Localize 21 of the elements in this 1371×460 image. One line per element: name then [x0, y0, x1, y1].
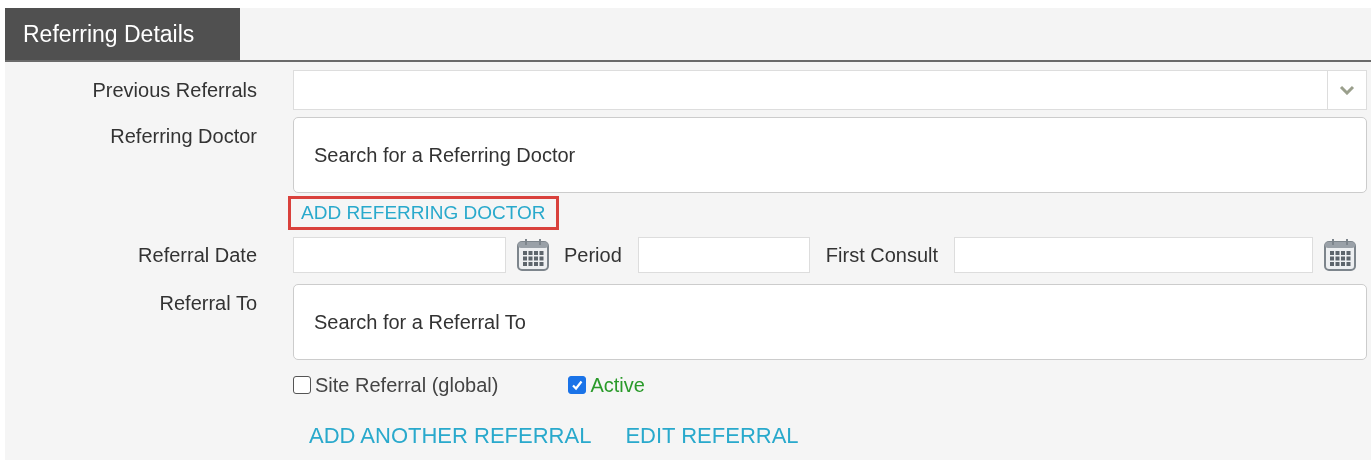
referral-link[interactable]: EDIT REFERRAL: [625, 423, 799, 449]
search-field[interactable]: Search for a Referring Doctor: [293, 117, 1367, 193]
checkbox[interactable]: [293, 376, 311, 394]
checkbox[interactable]: [568, 376, 587, 394]
field-label: Referral To: [158, 292, 257, 315]
date-field[interactable]: [954, 237, 1313, 273]
date-field[interactable]: [293, 237, 506, 273]
calendar-icon[interactable]: [1323, 238, 1357, 272]
referral-link[interactable]: ADD ANOTHER REFERRAL: [309, 423, 592, 449]
search-field[interactable]: Search for a Referral To: [293, 284, 1367, 360]
field-label: Period: [564, 243, 622, 267]
field-label: Referral Date: [137, 243, 257, 267]
field-label: First Consult: [825, 243, 939, 267]
checkbox-label: Site Referral (global): [315, 373, 499, 397]
field-label: Previous Referrals: [91, 78, 257, 102]
section-tab[interactable]: Referring Details: [5, 8, 240, 60]
field-label: Referring Doctor: [109, 125, 257, 148]
period-field[interactable]: [637, 237, 810, 273]
add-referring-doctor-link[interactable]: ADD REFERRING DOCTOR: [288, 196, 559, 230]
calendar-icon[interactable]: [516, 238, 550, 272]
checkbox-label: Active: [590, 373, 645, 397]
